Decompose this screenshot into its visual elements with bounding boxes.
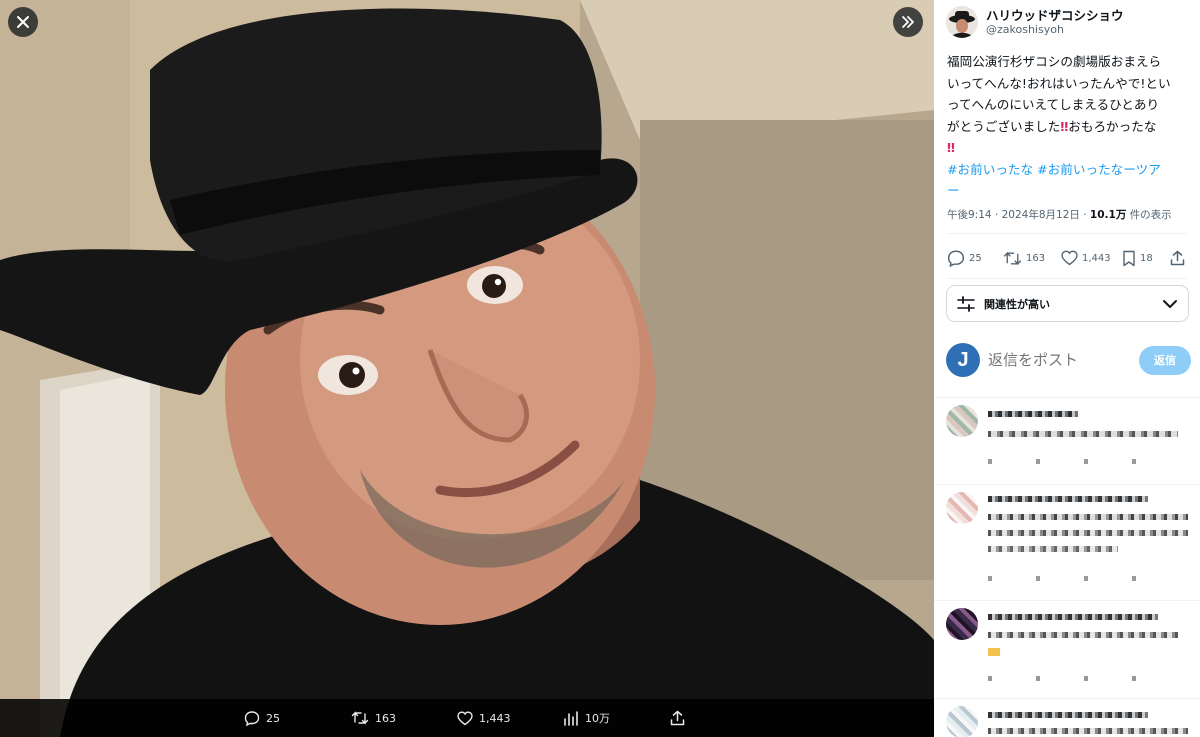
divider — [947, 233, 1188, 234]
censored-reply-emoji — [988, 648, 1000, 656]
tweet-text-line: ‼ — [947, 137, 1189, 159]
bookmark-icon — [1123, 250, 1135, 266]
censored-reply-actions — [988, 676, 1178, 681]
media-like-action[interactable]: 1,443 — [457, 699, 511, 737]
reply-icon — [244, 711, 260, 726]
media-reply-action[interactable]: 25 — [244, 699, 280, 737]
views-chart-icon — [564, 710, 578, 726]
reply-action[interactable]: 25 — [947, 246, 982, 270]
divider — [934, 397, 1200, 398]
tweet-hashtags-cont: ー — [947, 180, 1189, 202]
media-views-action[interactable]: 10万 — [563, 699, 610, 737]
tweet-date[interactable]: 2024年8月12日 — [1002, 209, 1080, 221]
share-action[interactable] — [1170, 246, 1185, 270]
reply-item[interactable] — [946, 608, 1196, 700]
bookmark-count: 18 — [1140, 252, 1153, 264]
media-action-bar: 25 163 1,443 10万 — [0, 699, 934, 737]
reply-item[interactable] — [946, 405, 1196, 485]
repost-action[interactable]: 163 — [1003, 246, 1045, 270]
sort-label: 関連性が高い — [984, 297, 1050, 311]
meta-separator: · — [1083, 209, 1087, 221]
media-like-count: 1,443 — [479, 711, 511, 725]
heart-icon — [1061, 250, 1078, 266]
tweet-text-segment: がとうございました — [947, 118, 1061, 134]
tweet-hashtags: #お前いったな #お前いったなーツア — [947, 159, 1189, 181]
avatar[interactable] — [946, 492, 978, 524]
reply-count: 25 — [969, 252, 982, 264]
avatar[interactable] — [946, 6, 978, 38]
hashtag-link-continuation[interactable]: ー — [947, 183, 960, 198]
media-viewer: 25 163 1,443 10万 — [0, 0, 934, 737]
divider — [934, 600, 1200, 601]
tweet-text-line: いってへんな!おれはいったんやで!とい — [947, 75, 1171, 91]
sort-replies-dropdown[interactable]: 関連性が高い — [946, 285, 1189, 322]
censored-reply-text — [988, 431, 1178, 437]
tweet-panel: ハリウッドザコシショウ @zakoshisyoh 福岡公演行杉ザコシの劇場版おま… — [934, 0, 1200, 737]
repost-icon — [351, 711, 369, 725]
avatar[interactable] — [946, 405, 978, 437]
tweet-text-segment: おもろかったな — [1068, 118, 1157, 134]
tweet-text: 福岡公演行杉ザコシの劇場版おまえら いってへんな!おれはいったんやで!とい って… — [947, 51, 1189, 202]
media-repost-count: 163 — [375, 711, 396, 725]
media-repost-action[interactable]: 163 — [351, 699, 396, 737]
divider — [934, 698, 1200, 699]
censored-reply-author — [988, 496, 1148, 502]
censored-reply-actions — [988, 459, 1178, 464]
double-chevron-right-icon — [902, 16, 914, 28]
tweet-author[interactable]: ハリウッドザコシショウ @zakoshisyoh — [946, 6, 1124, 38]
reply-item[interactable] — [946, 492, 1196, 602]
avatar[interactable]: J — [946, 343, 980, 377]
author-name[interactable]: ハリウッドザコシショウ — [986, 8, 1124, 23]
tweet-time[interactable]: 午後9:14 — [947, 209, 992, 221]
like-action[interactable]: 1,443 — [1061, 246, 1111, 270]
censored-reply-text — [988, 546, 1118, 552]
media-reply-count: 25 — [266, 711, 280, 725]
censored-reply-actions — [988, 576, 1178, 581]
reply-button[interactable]: 返信 — [1139, 345, 1191, 375]
reply-item[interactable] — [946, 706, 1196, 737]
close-icon — [17, 16, 29, 28]
meta-separator: · — [994, 209, 999, 221]
like-count: 1,443 — [1082, 252, 1111, 264]
censored-reply-author — [988, 411, 1078, 417]
reply-composer: J 返信 — [946, 340, 1191, 380]
tweet-views-count: 10.1万 — [1089, 209, 1127, 221]
tweet-text-line: 福岡公演行杉ザコシの劇場版おまえら — [947, 54, 1162, 69]
divider — [934, 484, 1200, 485]
share-icon — [1170, 250, 1185, 266]
avatar[interactable] — [946, 706, 978, 737]
avatar[interactable] — [946, 608, 978, 640]
repost-icon — [1003, 251, 1022, 265]
author-avatar-image — [946, 6, 978, 38]
reply-icon — [947, 250, 965, 267]
chevron-down-icon — [1163, 299, 1177, 308]
close-button[interactable] — [8, 7, 38, 37]
author-handle[interactable]: @zakoshisyoh — [986, 23, 1124, 37]
tweet-meta: 午後9:14 · 2024年8月12日 · 10.1万 件の表示 — [947, 207, 1172, 222]
reply-input[interactable] — [988, 351, 1128, 369]
heart-icon — [457, 710, 473, 725]
tweet-views-label: 件の表示 — [1129, 209, 1172, 221]
double-exclamation-emoji: ‼ — [947, 140, 955, 155]
censored-reply-text — [988, 514, 1188, 520]
repost-count: 163 — [1026, 252, 1046, 264]
censored-reply-text — [988, 728, 1188, 734]
share-icon — [670, 710, 685, 726]
sliders-icon — [957, 295, 975, 312]
tweet-text-line: がとうございました‼おもろかったな — [947, 116, 1189, 138]
tweet-action-bar: 25 163 1,443 18 — [947, 246, 1187, 270]
divider — [947, 278, 1188, 279]
tweet-text-line: ってへんのにいえてしまえるひとあり — [947, 97, 1160, 112]
censored-reply-text — [988, 530, 1188, 536]
bookmark-action[interactable]: 18 — [1122, 246, 1153, 270]
hashtag-link[interactable]: #お前いったなーツア — [1037, 162, 1161, 177]
media-share-action[interactable] — [670, 699, 685, 737]
tweet-photo — [0, 0, 934, 737]
hashtag-link[interactable]: #お前いったな — [947, 162, 1033, 177]
censored-reply-author — [988, 614, 1158, 620]
censored-reply-text — [988, 632, 1178, 638]
censored-reply-author — [988, 712, 1148, 718]
media-views-count: 10万 — [585, 712, 610, 725]
next-media-button[interactable] — [893, 7, 923, 37]
